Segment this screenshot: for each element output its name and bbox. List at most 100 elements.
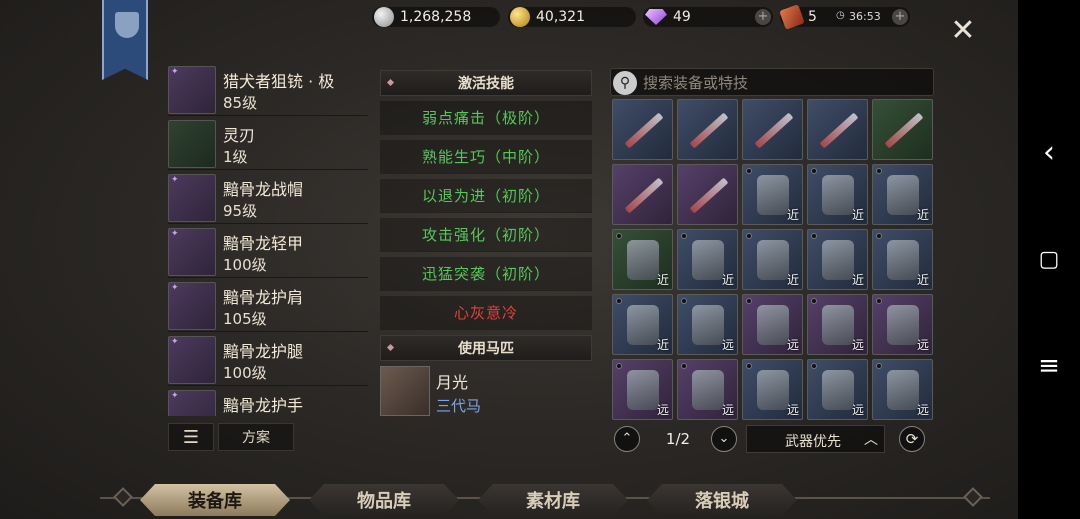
inventory-slot[interactable]: 远 bbox=[677, 294, 738, 355]
inventory-slot[interactable]: 近 bbox=[807, 229, 868, 290]
armor-icon bbox=[822, 305, 854, 345]
equipped-list[interactable]: ✦ 猎犬者狙铳 · 极 85级 灵刃 1级 ✦ 黯骨龙战帽 95级 ✦ 黯骨龙轻… bbox=[168, 66, 368, 416]
slot-marker-icon bbox=[811, 298, 817, 304]
search-input[interactable] bbox=[643, 72, 923, 94]
tab-materials[interactable]: 素材库 bbox=[478, 484, 628, 516]
item-level: 105级 bbox=[223, 310, 267, 328]
gold-value: 40,321 bbox=[536, 9, 585, 25]
equipped-item[interactable]: ✦ 黯骨龙护腿 100级 bbox=[168, 336, 368, 386]
armor-icon bbox=[627, 240, 659, 280]
search-bar[interactable]: ⚲ bbox=[610, 68, 934, 96]
page-up-button[interactable]: ⌃ bbox=[614, 426, 640, 452]
inventory-slot[interactable] bbox=[612, 164, 673, 225]
item-level: 100级 bbox=[223, 364, 267, 382]
tab-luoyin-city[interactable]: 落银城 bbox=[647, 484, 797, 516]
recent-apps-icon[interactable]: ≡ bbox=[1032, 349, 1066, 383]
armor-icon bbox=[757, 305, 789, 345]
inventory-slot[interactable]: 远 bbox=[872, 359, 933, 420]
tab-items[interactable]: 物品库 bbox=[309, 484, 459, 516]
slot-marker-icon bbox=[811, 233, 817, 239]
inventory-slot[interactable]: 远 bbox=[872, 294, 933, 355]
slot-marker-icon bbox=[746, 168, 752, 174]
weapon-icon bbox=[689, 112, 729, 149]
skill-item[interactable]: 心灰意冷 bbox=[380, 296, 592, 330]
armor-icon bbox=[627, 305, 659, 345]
inventory-slot[interactable] bbox=[677, 164, 738, 225]
clock-icon: ◷ bbox=[836, 10, 845, 21]
inventory-slot[interactable]: 远 bbox=[612, 359, 673, 420]
range-tag: 远 bbox=[851, 403, 864, 417]
inventory-slot[interactable]: 远 bbox=[742, 359, 803, 420]
silver-coin-icon bbox=[374, 7, 394, 27]
ticket-currency: 5 ◷ 36:53 + bbox=[779, 4, 910, 30]
sort-label: 武器优先 bbox=[785, 434, 841, 450]
skill-item[interactable]: 以退为进（初阶） bbox=[380, 179, 592, 213]
armor-icon bbox=[887, 305, 919, 345]
slot-marker-icon bbox=[681, 233, 687, 239]
inventory-slot[interactable]: 近 bbox=[872, 229, 933, 290]
skill-item[interactable]: 迅猛突袭（初阶） bbox=[380, 257, 592, 291]
list-menu-button[interactable]: ☰ bbox=[168, 423, 214, 451]
inventory-slot[interactable]: 远 bbox=[807, 294, 868, 355]
armor-icon bbox=[822, 175, 854, 215]
equipped-item[interactable]: ✦ 黯骨龙护肩 105级 bbox=[168, 282, 368, 332]
item-name: 黯骨龙护手 bbox=[223, 396, 304, 415]
inventory-slot[interactable] bbox=[872, 99, 933, 160]
slot-marker-icon bbox=[616, 298, 622, 304]
home-icon[interactable]: ▢ bbox=[1032, 242, 1066, 276]
refresh-button[interactable]: ⟳ bbox=[899, 426, 925, 452]
armor-icon: ✦ bbox=[168, 228, 216, 276]
skill-item[interactable]: 攻击强化（初阶） bbox=[380, 218, 592, 252]
weapon-icon bbox=[624, 112, 664, 149]
equipped-item[interactable]: 灵刃 1级 bbox=[168, 120, 368, 170]
item-name: 黯骨龙战帽 bbox=[223, 180, 304, 199]
item-level: 100级 bbox=[223, 256, 267, 274]
inventory-slot[interactable]: 近 bbox=[612, 294, 673, 355]
diamond-value: 49 bbox=[673, 9, 691, 25]
item-level: 1级 bbox=[223, 148, 248, 166]
inventory-slot[interactable]: 近 bbox=[742, 229, 803, 290]
inventory-slot[interactable]: 远 bbox=[677, 359, 738, 420]
horse-generation: 三代马 bbox=[436, 397, 482, 415]
equipped-item[interactable]: ✦ 黯骨龙护手 bbox=[168, 390, 368, 416]
equipped-item[interactable]: ✦ 黯骨龙轻甲 100级 bbox=[168, 228, 368, 278]
skill-item[interactable]: 熟能生巧（中阶） bbox=[380, 140, 592, 174]
ticket-icon bbox=[779, 4, 805, 30]
loadout-plan-button[interactable]: 方案 bbox=[218, 423, 294, 451]
slot-marker-icon bbox=[616, 233, 622, 239]
inventory-slot[interactable]: 近 bbox=[807, 164, 868, 225]
tab-equipment[interactable]: 装备库 bbox=[140, 484, 290, 516]
armor-icon bbox=[822, 240, 854, 280]
inventory-slot[interactable]: 近 bbox=[677, 229, 738, 290]
inventory-slot[interactable]: 近 bbox=[872, 164, 933, 225]
inventory-slot[interactable]: 近 bbox=[742, 164, 803, 225]
inventory-slot[interactable] bbox=[612, 99, 673, 160]
range-tag: 远 bbox=[786, 403, 799, 417]
inventory-slot[interactable] bbox=[807, 99, 868, 160]
inventory-slot[interactable]: 近 bbox=[612, 229, 673, 290]
add-diamond-button[interactable]: + bbox=[755, 9, 771, 25]
inventory-slot[interactable]: 远 bbox=[742, 294, 803, 355]
armor-icon bbox=[757, 175, 789, 215]
sniper-rifle-icon: ✦ bbox=[168, 66, 216, 114]
inventory-slot[interactable] bbox=[677, 99, 738, 160]
header-bullet-icon bbox=[386, 78, 395, 87]
sort-dropdown[interactable]: 武器优先 ︿ bbox=[746, 425, 885, 453]
page-down-button[interactable]: ⌄ bbox=[711, 426, 737, 452]
armor-icon bbox=[822, 370, 854, 410]
search-icon[interactable]: ⚲ bbox=[613, 71, 637, 95]
equipped-item[interactable]: ✦ 猎犬者狙铳 · 极 85级 bbox=[168, 66, 368, 116]
inventory-slot[interactable]: 远 bbox=[807, 359, 868, 420]
inventory-slot[interactable] bbox=[742, 99, 803, 160]
horse-portrait[interactable] bbox=[380, 366, 430, 416]
equipped-item[interactable]: ✦ 黯骨龙战帽 95级 bbox=[168, 174, 368, 224]
slot-marker-icon bbox=[746, 363, 752, 369]
range-tag: 远 bbox=[721, 338, 734, 352]
guild-banner[interactable] bbox=[102, 0, 148, 80]
back-icon[interactable]: ‹ bbox=[1032, 135, 1066, 170]
close-button[interactable]: ✕ bbox=[948, 16, 978, 46]
gold-coin-icon bbox=[510, 7, 530, 27]
add-ticket-button[interactable]: + bbox=[892, 9, 908, 25]
skill-item[interactable]: 弱点痛击（极阶） bbox=[380, 101, 592, 135]
tab-ornament-icon bbox=[963, 487, 983, 507]
